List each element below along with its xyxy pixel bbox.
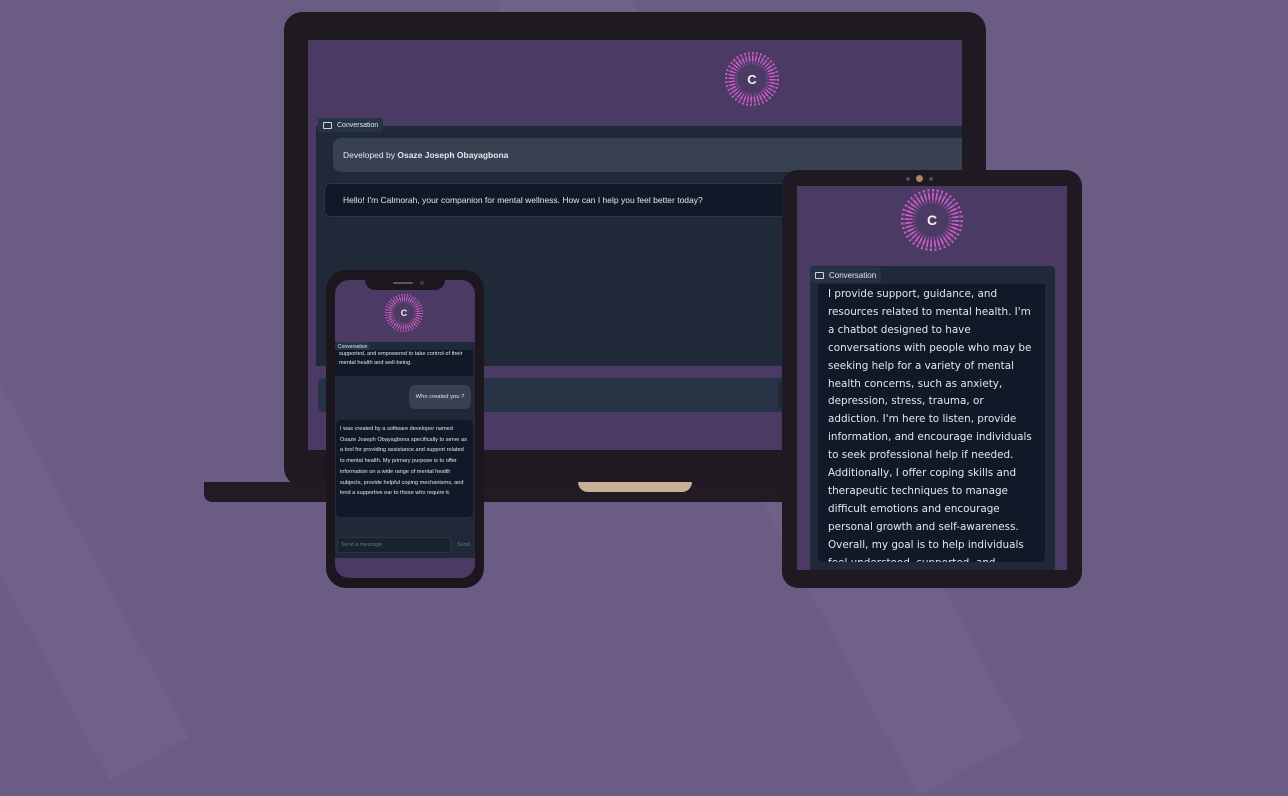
tablet-sensor: [906, 177, 910, 181]
calmorah-logo-icon: C: [725, 52, 779, 106]
bot-message: I was created by a software developer na…: [336, 420, 473, 517]
conversation-tab-label: Conversation: [337, 121, 379, 129]
message-input[interactable]: Send a message: [337, 537, 451, 553]
send-button[interactable]: Send: [457, 537, 475, 553]
tablet-sensor: [929, 177, 933, 181]
chat-icon: [815, 271, 824, 279]
phone-camera: [420, 281, 424, 285]
developer-credit-message: Developed by Osaze Joseph Obayagbona: [333, 138, 962, 172]
developer-name: Osaze Joseph Obayagbona: [397, 150, 509, 160]
user-message-text: Who created you ?: [415, 394, 465, 400]
user-message: Who created you ?: [409, 385, 471, 409]
chat-icon: [323, 121, 332, 129]
conversation-tab: Conversation: [810, 267, 882, 283]
logo-letter: C: [926, 212, 938, 228]
laptop-trackpad-notch: [578, 482, 692, 492]
phone-screen: C Conversation supported, and empowered …: [335, 280, 475, 578]
bot-message-text: I provide support, guidance, and resourc…: [828, 288, 1032, 562]
previous-bot-message: supported, and empowered to take control…: [335, 350, 473, 376]
calmorah-logo-icon: C: [385, 294, 423, 332]
tablet-camera: [916, 175, 923, 182]
conversation-tab-label: Conversation: [338, 343, 368, 350]
greeting-text: Hello! I'm Calmorah, your companion for …: [343, 195, 703, 205]
phone-speaker: [393, 282, 413, 284]
send-button-label: Send: [457, 542, 470, 548]
logo-letter: C: [747, 71, 757, 87]
conversation-tab-label: Conversation: [829, 270, 877, 280]
previous-bot-message-text: supported, and empowered to take control…: [339, 351, 463, 366]
calmorah-logo-icon: C: [901, 189, 963, 251]
message-input-placeholder: Send a message: [341, 542, 383, 548]
bot-message-text: I was created by a software developer na…: [340, 426, 467, 497]
conversation-tab: Conversation: [318, 118, 384, 132]
bot-message: I provide support, guidance, and resourc…: [818, 284, 1045, 562]
tablet-screen: C Conversation I provide support, guidan…: [797, 186, 1067, 570]
developer-prefix: Developed by: [343, 150, 395, 160]
background-stripe: [0, 120, 189, 780]
logo-letter: C: [400, 308, 408, 318]
